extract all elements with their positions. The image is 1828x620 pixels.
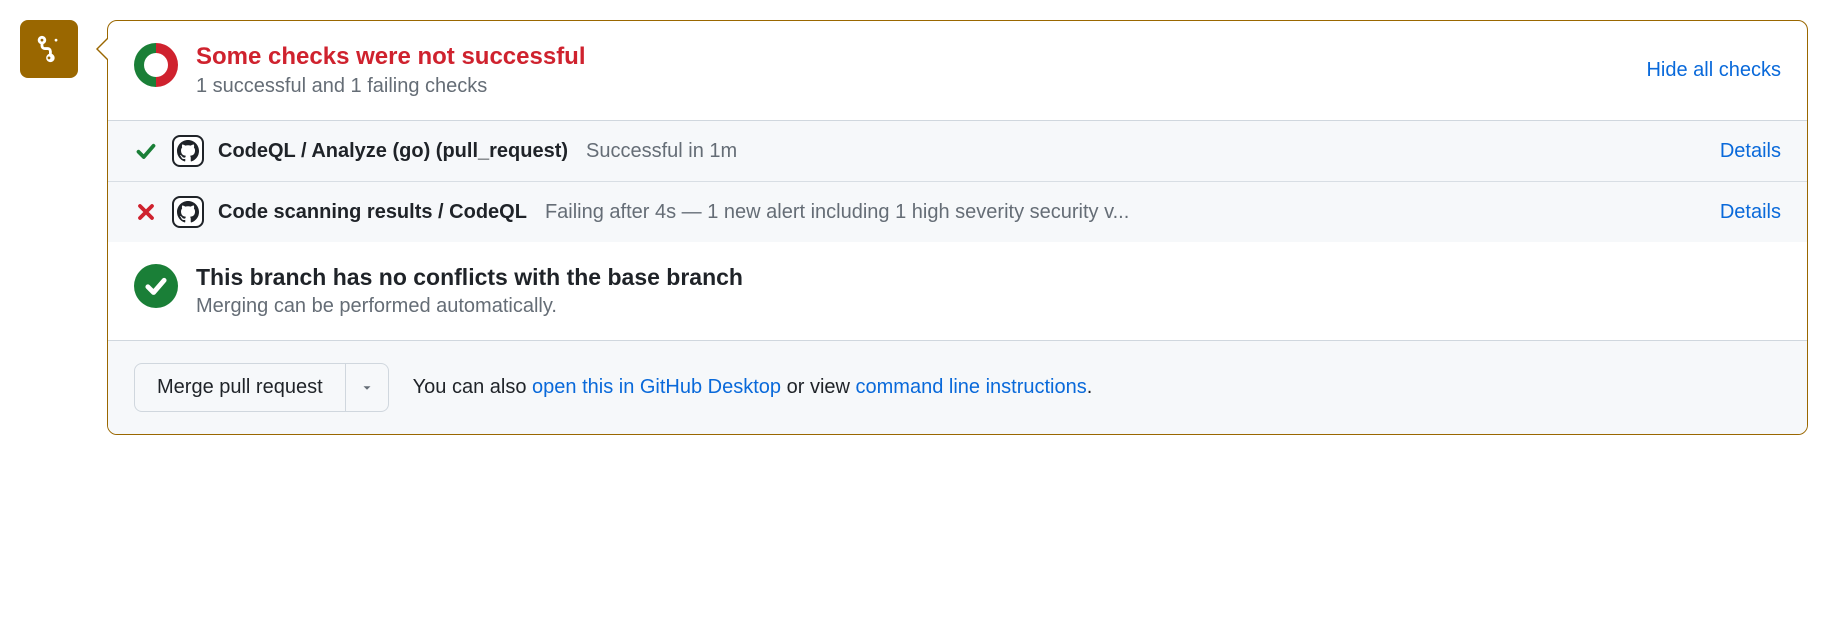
git-merge-icon (34, 34, 64, 64)
check-row: CodeQL / Analyze (go) (pull_request) Suc… (108, 121, 1807, 182)
merge-pull-request-button[interactable]: Merge pull request (134, 363, 346, 412)
conflicts-section: This branch has no conflicts with the ba… (108, 242, 1807, 340)
command-line-instructions-link[interactable]: command line instructions (856, 376, 1087, 398)
github-avatar-icon (172, 135, 204, 167)
check-detail: Successful in 1m (586, 140, 737, 163)
success-check-icon (134, 264, 178, 308)
merge-status-box: Some checks were not successful 1 succes… (107, 20, 1808, 435)
check-details-link[interactable]: Details (1720, 201, 1781, 224)
caret-down-icon (360, 381, 374, 395)
footer-text-prefix: You can also (413, 376, 532, 398)
merge-dropdown-button[interactable] (346, 363, 389, 412)
check-fail-icon (134, 200, 158, 224)
merge-footer: Merge pull request You can also open thi… (108, 340, 1807, 434)
pointer-arrow (96, 37, 108, 61)
hide-all-checks-link[interactable]: Hide all checks (1646, 59, 1781, 82)
github-avatar-icon (172, 196, 204, 228)
open-github-desktop-link[interactable]: open this in GitHub Desktop (532, 376, 781, 398)
check-detail: Failing after 4s — 1 new alert including… (545, 201, 1129, 224)
conflicts-subtitle: Merging can be performed automatically. (196, 295, 1781, 318)
checks-summary-section: Some checks were not successful 1 succes… (108, 21, 1807, 120)
status-donut-icon (134, 43, 178, 87)
check-name: CodeQL / Analyze (go) (pull_request) (218, 140, 568, 163)
check-name: Code scanning results / CodeQL (218, 201, 527, 224)
merge-button-group: Merge pull request (134, 363, 389, 412)
checks-list: CodeQL / Analyze (go) (pull_request) Suc… (108, 120, 1807, 242)
footer-text-middle: or view (781, 376, 855, 398)
check-pass-icon (134, 139, 158, 163)
checks-subtitle: 1 successful and 1 failing checks (196, 75, 1634, 98)
check-row: Code scanning results / CodeQL Failing a… (108, 182, 1807, 242)
merge-footer-text: You can also open this in GitHub Desktop… (413, 376, 1093, 399)
checks-title: Some checks were not successful (196, 43, 1634, 71)
timeline-badge (20, 20, 78, 78)
conflicts-title: This branch has no conflicts with the ba… (196, 264, 1781, 291)
footer-text-suffix: . (1087, 376, 1093, 398)
check-details-link[interactable]: Details (1720, 140, 1781, 163)
